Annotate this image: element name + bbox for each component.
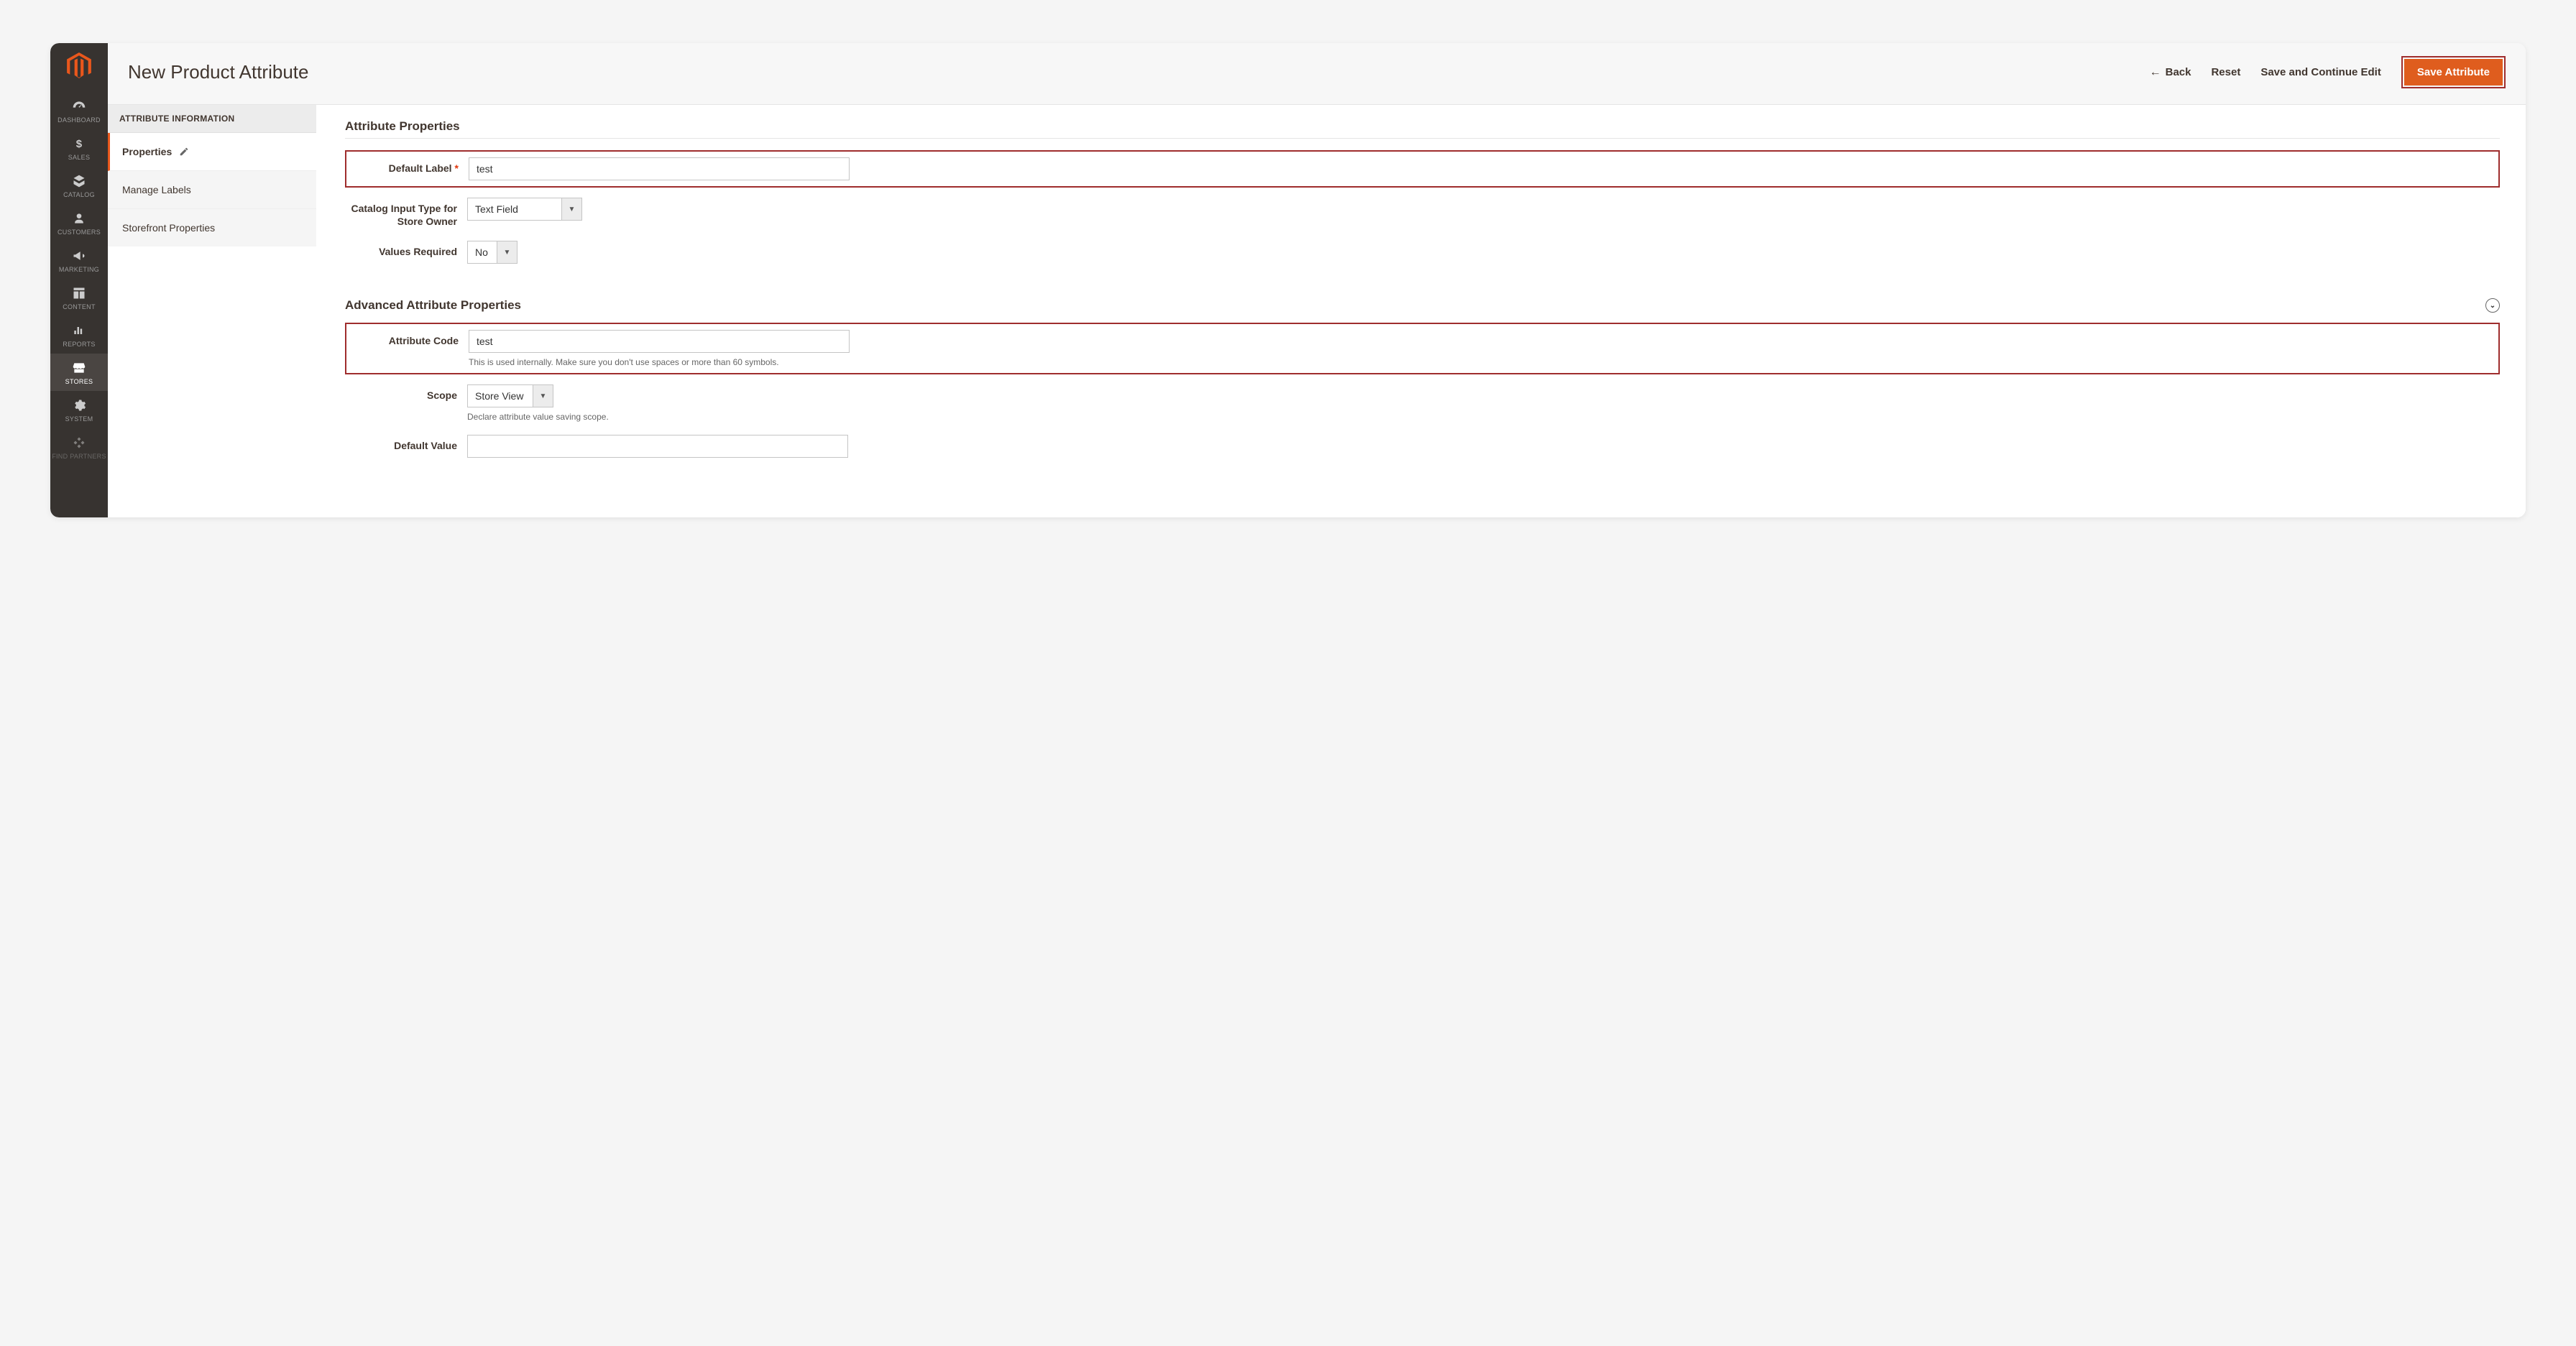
bars-icon: [71, 323, 87, 338]
row-default-label: Default Label*: [346, 157, 2491, 180]
label-input-type: Catalog Input Type for Store Owner: [345, 198, 467, 228]
gauge-icon: [71, 99, 87, 114]
nav-content[interactable]: CONTENT: [50, 279, 108, 316]
row-values-required: Values Required ▼: [345, 241, 2500, 264]
magento-logo-icon: [67, 52, 91, 80]
arrow-left-icon: ←: [2150, 66, 2161, 79]
select-scope[interactable]: ▼: [467, 384, 553, 407]
dollar-icon: $: [71, 137, 87, 151]
reset-button[interactable]: Reset: [2211, 66, 2240, 78]
input-default-label[interactable]: [469, 157, 850, 180]
pencil-icon: [179, 147, 189, 157]
label-values-required: Values Required: [345, 241, 467, 258]
attribute-code-highlight: Attribute Code This is used internally. …: [345, 323, 2500, 374]
attribute-properties-block: Default Label* Catalog Input Type for St…: [345, 146, 2500, 298]
select-values-required-value: [468, 241, 497, 263]
store-icon: [71, 361, 87, 375]
tab-properties[interactable]: Properties: [108, 133, 316, 171]
tab-manage-labels[interactable]: Manage Labels: [108, 171, 316, 209]
nav-system[interactable]: SYSTEM: [50, 391, 108, 428]
advanced-properties-block: Attribute Code This is used internally. …: [345, 318, 2500, 492]
caret-down-icon: ▼: [497, 241, 517, 263]
nav-stores[interactable]: STORES: [50, 354, 108, 391]
row-default-value: Default Value: [345, 435, 2500, 458]
section-attribute-properties: Attribute Properties: [345, 119, 2500, 139]
note-scope: Declare attribute value saving scope.: [467, 412, 855, 422]
nav-sales[interactable]: $ SALES: [50, 129, 108, 167]
select-values-required[interactable]: ▼: [467, 241, 518, 264]
page-header: New Product Attribute ←Back Reset Save a…: [108, 43, 2526, 105]
admin-sidebar: DASHBOARD $ SALES CATALOG CUSTOMERS MARK…: [50, 43, 108, 517]
input-attribute-code[interactable]: [469, 330, 850, 353]
app-frame: DASHBOARD $ SALES CATALOG CUSTOMERS MARK…: [50, 43, 2526, 517]
tab-storefront-properties[interactable]: Storefront Properties: [108, 209, 316, 246]
magento-logo: [66, 53, 92, 79]
collapse-toggle[interactable]: ⌄: [2485, 298, 2500, 313]
back-button[interactable]: ←Back: [2150, 66, 2191, 79]
caret-down-icon: ▼: [533, 385, 553, 407]
page-title: New Product Attribute: [128, 61, 308, 83]
person-icon: [71, 211, 87, 226]
body: ATTRIBUTE INFORMATION Properties Manage …: [108, 105, 2526, 517]
nav-dashboard[interactable]: DASHBOARD: [50, 92, 108, 129]
label-default-value: Default Value: [345, 435, 467, 452]
row-scope: Scope ▼ Declare attribute value saving s…: [345, 384, 2500, 422]
svg-text:$: $: [76, 138, 83, 150]
tabs-header: ATTRIBUTE INFORMATION: [108, 105, 316, 133]
note-attribute-code: This is used internally. Make sure you d…: [469, 357, 857, 367]
save-continue-button[interactable]: Save and Continue Edit: [2260, 66, 2381, 78]
form-content: Attribute Properties Default Label* Cata…: [316, 105, 2526, 517]
save-highlight: Save Attribute: [2401, 56, 2506, 88]
label-scope: Scope: [345, 384, 467, 402]
row-input-type: Catalog Input Type for Store Owner ▼: [345, 198, 2500, 228]
caret-down-icon: ▼: [561, 198, 581, 220]
nav-reports[interactable]: REPORTS: [50, 316, 108, 354]
select-scope-value: [468, 385, 533, 407]
label-default-label: Default Label*: [346, 157, 469, 175]
gear-icon: [71, 398, 87, 412]
main-area: New Product Attribute ←Back Reset Save a…: [108, 43, 2526, 517]
required-asterisk: *: [455, 162, 459, 174]
handshake-icon: [71, 435, 87, 450]
section-advanced-properties: Advanced Attribute Properties ⌄: [345, 298, 2500, 313]
header-actions: ←Back Reset Save and Continue Edit Save …: [2150, 56, 2506, 88]
input-default-value[interactable]: [467, 435, 848, 458]
default-label-highlight: Default Label*: [345, 150, 2500, 188]
nav-customers[interactable]: CUSTOMERS: [50, 204, 108, 241]
nav-marketing[interactable]: MARKETING: [50, 241, 108, 279]
nav-partners[interactable]: FIND PARTNERS: [50, 428, 108, 466]
megaphone-icon: [71, 249, 87, 263]
box-icon: [71, 174, 87, 188]
layout-icon: [71, 286, 87, 300]
nav-catalog[interactable]: CATALOG: [50, 167, 108, 204]
select-input-type-value: [468, 198, 561, 220]
label-attribute-code: Attribute Code: [346, 330, 469, 347]
save-attribute-button[interactable]: Save Attribute: [2404, 59, 2503, 86]
select-input-type[interactable]: ▼: [467, 198, 582, 221]
row-attribute-code: Attribute Code This is used internally. …: [346, 330, 2491, 367]
tabs-panel: ATTRIBUTE INFORMATION Properties Manage …: [108, 105, 316, 517]
